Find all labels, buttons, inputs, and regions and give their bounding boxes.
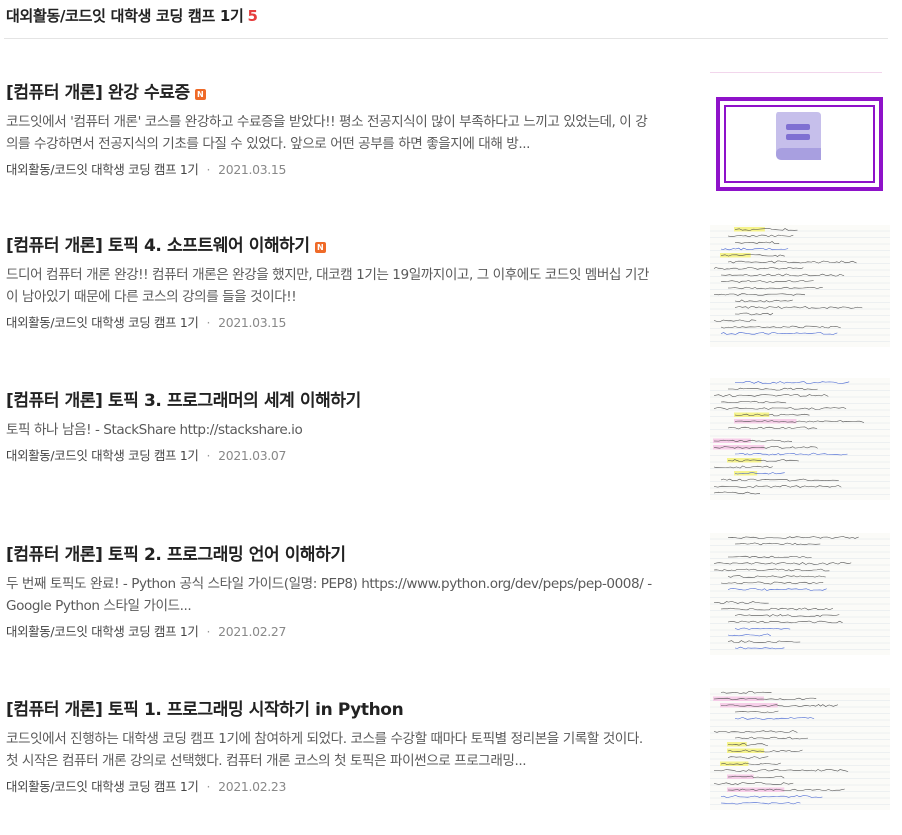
post-body: [컴퓨터 개론] 토픽 3. 프로그래머의 세계 이해하기 토픽 하나 남음! … [6,388,658,465]
post-count: 5 [247,7,258,25]
book-icon [776,112,821,160]
handwritten-notes-thumbnail [710,688,890,810]
post-date: 2021.03.07 [218,448,287,463]
post-title[interactable]: [컴퓨터 개론] 토픽 4. 소프트웨어 이해하기 N [6,233,658,259]
post-category[interactable]: 대외활동/코드잇 대학생 코딩 캠프 1기 [6,448,199,463]
post-excerpt[interactable]: 두 번째 토픽도 완료! - Python 공식 스타일 가이드(일명: PEP… [6,573,658,617]
post-excerpt[interactable]: 코드잇에서 진행하는 대학생 코딩 캠프 1기에 참여하게 되었다. 코스를 수… [6,728,658,772]
category-title[interactable]: 대외활동/코드잇 대학생 코딩 캠프 1기 [6,7,244,25]
post-body: [컴퓨터 개론] 토픽 4. 소프트웨어 이해하기 N 드디어 컴퓨터 개론 완강… [6,233,658,332]
post-title[interactable]: [컴퓨터 개론] 토픽 3. 프로그래머의 세계 이해하기 [6,388,658,414]
post-date: 2021.02.23 [218,779,287,794]
meta-separator: · [206,315,211,330]
post-body: [컴퓨터 개론] 완강 수료증 N 코드잇에서 '컴퓨터 개론' 코스를 완강하고… [6,80,658,179]
meta-separator: · [206,162,211,177]
certificate-thumbnail [710,72,890,194]
meta-separator: · [206,448,211,463]
post-meta: 대외활동/코드잇 대학생 코딩 캠프 1기 · 2021.03.07 [6,447,658,465]
post-category[interactable]: 대외활동/코드잇 대학생 코딩 캠프 1기 [6,162,199,177]
post-excerpt[interactable]: 드디어 컴퓨터 개론 완강!! 컴퓨터 개론은 완강을 했지만, 대코캠 1기는… [6,264,658,308]
new-badge-icon: N [314,242,326,253]
post-excerpt[interactable]: 코드잇에서 '컴퓨터 개론' 코스를 완강하고 수료증을 받았다!! 평소 전공… [6,111,658,155]
post-date: 2021.02.27 [218,624,287,639]
meta-separator: · [206,624,211,639]
handwritten-notes-thumbnail [710,533,890,655]
post-meta: 대외활동/코드잇 대학생 코딩 캠프 1기 · 2021.02.23 [6,778,658,796]
post-thumbnail[interactable] [710,688,890,810]
post-thumbnail[interactable] [710,72,890,194]
post-date: 2021.03.15 [218,162,287,177]
post-title[interactable]: [컴퓨터 개론] 완강 수료증 N [6,80,658,106]
post-title[interactable]: [컴퓨터 개론] 토픽 2. 프로그래밍 언어 이해하기 [6,542,658,568]
post-thumbnail[interactable] [710,225,890,347]
post-meta: 대외활동/코드잇 대학생 코딩 캠프 1기 · 2021.03.15 [6,161,658,179]
post-meta: 대외활동/코드잇 대학생 코딩 캠프 1기 · 2021.03.15 [6,314,658,332]
post-category[interactable]: 대외활동/코드잇 대학생 코딩 캠프 1기 [6,624,199,639]
post-date: 2021.03.15 [218,315,287,330]
post-excerpt[interactable]: 토픽 하나 남음! - StackShare http://stackshare… [6,419,658,441]
post-thumbnail[interactable] [710,378,890,500]
post-title[interactable]: [컴퓨터 개론] 토픽 1. 프로그래밍 시작하기 in Python [6,697,658,723]
post-category[interactable]: 대외활동/코드잇 대학생 코딩 캠프 1기 [6,315,199,330]
header-divider [4,38,888,39]
post-body: [컴퓨터 개론] 토픽 2. 프로그래밍 언어 이해하기 두 번째 토픽도 완료… [6,542,658,641]
post-body: [컴퓨터 개론] 토픽 1. 프로그래밍 시작하기 in Python 코드잇에… [6,697,658,796]
post-category[interactable]: 대외활동/코드잇 대학생 코딩 캠프 1기 [6,779,199,794]
handwritten-notes-thumbnail [710,225,890,347]
new-badge-icon: N [194,89,206,100]
handwritten-notes-thumbnail [710,378,890,500]
post-meta: 대외활동/코드잇 대학생 코딩 캠프 1기 · 2021.02.27 [6,623,658,641]
meta-separator: · [206,779,211,794]
category-header: 대외활동/코드잇 대학생 코딩 캠프 1기 5 [6,5,258,26]
post-thumbnail[interactable] [710,533,890,655]
